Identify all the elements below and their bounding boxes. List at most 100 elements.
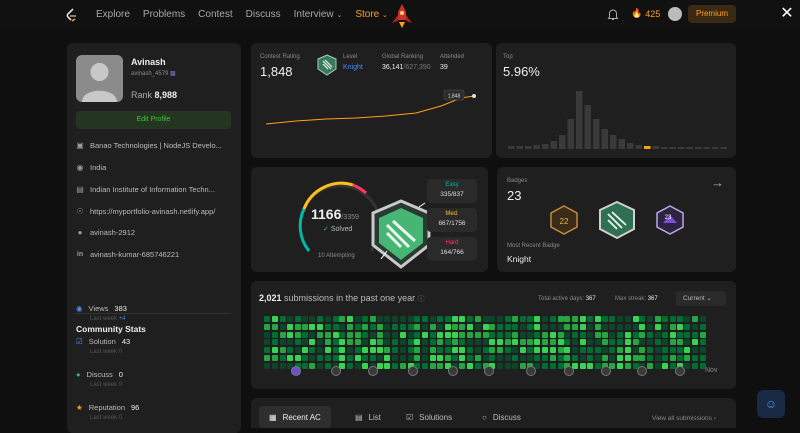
heatmap-cell[interactable]: [549, 362, 556, 369]
heatmap-cell[interactable]: [512, 339, 519, 346]
heatmap-cell[interactable]: [557, 316, 564, 322]
heatmap-cell[interactable]: [512, 355, 519, 361]
heatmap-cell[interactable]: [287, 339, 294, 346]
heatmap-cell[interactable]: [482, 331, 489, 338]
heatmap-cell[interactable]: [429, 355, 436, 361]
heatmap-cell[interactable]: [617, 331, 624, 338]
heatmap-cell[interactable]: [362, 355, 369, 361]
heatmap-cell[interactable]: [474, 347, 481, 354]
heatmap-cell[interactable]: [354, 331, 361, 338]
heatmap-cell[interactable]: [370, 347, 377, 354]
leetcode-logo-icon[interactable]: [64, 7, 80, 23]
heatmap-cell[interactable]: [332, 323, 339, 330]
heatmap-cell[interactable]: [646, 323, 653, 330]
tab-list[interactable]: ▤ List: [345, 406, 391, 428]
heatmap-cell[interactable]: [392, 362, 399, 369]
heatmap-cell[interactable]: [646, 355, 653, 361]
heatmap-cell[interactable]: [271, 355, 278, 361]
heatmap-cell[interactable]: [437, 355, 444, 361]
heatmap-cell[interactable]: [421, 331, 428, 338]
monthly-badge-icon[interactable]: [408, 366, 418, 376]
heatmap-cell[interactable]: [684, 323, 691, 330]
heatmap-cell[interactable]: [595, 355, 602, 361]
heatmap-cell[interactable]: [451, 355, 458, 361]
heatmap-cell[interactable]: [601, 355, 608, 361]
heatmap-cell[interactable]: [520, 355, 527, 361]
heatmap-cell[interactable]: [654, 355, 661, 361]
heatmap-cell[interactable]: [301, 331, 308, 338]
monthly-badge-icon[interactable]: [601, 366, 611, 376]
heatmap-cell[interactable]: [587, 355, 594, 361]
heatmap-cell[interactable]: [332, 355, 339, 361]
heatmap-cell[interactable]: [557, 347, 564, 354]
edit-profile-button[interactable]: Edit Profile: [76, 111, 231, 129]
heatmap-cell[interactable]: [482, 339, 489, 346]
heatmap-cell[interactable]: [392, 347, 399, 354]
heatmap-cell[interactable]: [646, 347, 653, 354]
heatmap-cell[interactable]: [271, 316, 278, 322]
heatmap-cell[interactable]: [639, 331, 645, 338]
heatmap-cell[interactable]: [445, 355, 452, 361]
heatmap-cell[interactable]: [520, 323, 527, 330]
close-icon[interactable]: ✕: [779, 6, 795, 22]
heatmap-cell[interactable]: [489, 316, 495, 322]
heatmap-cell[interactable]: [451, 339, 458, 346]
nav-problems[interactable]: Problems: [143, 9, 185, 20]
heatmap-cell[interactable]: [474, 362, 481, 369]
heatmap-cell[interactable]: [421, 316, 428, 322]
nav-interview[interactable]: Interview ⌄: [294, 9, 343, 20]
heatmap-cell[interactable]: [684, 316, 691, 322]
heatmap-cell[interactable]: [512, 316, 519, 322]
heatmap-cell[interactable]: [676, 355, 683, 361]
heatmap-cell[interactable]: [287, 331, 294, 338]
heatmap-cell[interactable]: [670, 331, 677, 338]
heatmap-cell[interactable]: [520, 316, 527, 322]
heatmap-cell[interactable]: [646, 362, 653, 369]
heatmap-cell[interactable]: [399, 362, 406, 369]
heatmap-cell[interactable]: [526, 316, 533, 322]
heatmap-cell[interactable]: [579, 316, 586, 322]
heatmap-cell[interactable]: [384, 316, 391, 322]
heatmap-cell[interactable]: [609, 347, 616, 354]
heatmap-cell[interactable]: [564, 355, 570, 361]
heatmap-cell[interactable]: [392, 331, 399, 338]
heatmap-cell[interactable]: [624, 316, 631, 322]
heatmap-cell[interactable]: [317, 323, 324, 330]
heatmap-cell[interactable]: [699, 339, 706, 346]
monthly-badge-icon[interactable]: [484, 366, 494, 376]
heatmap-cell[interactable]: [376, 316, 383, 322]
heatmap-cell[interactable]: [279, 316, 286, 322]
heatmap-cell[interactable]: [571, 316, 578, 322]
heatmap-cell[interactable]: [504, 316, 511, 322]
heatmap-cell[interactable]: [595, 339, 602, 346]
heatmap-cell[interactable]: [617, 339, 624, 346]
heatmap-cell[interactable]: [459, 355, 466, 361]
heatmap-cell[interactable]: [542, 323, 549, 330]
heatmap-cell[interactable]: [399, 331, 406, 338]
heatmap-cell[interactable]: [571, 323, 578, 330]
heatmap-cell[interactable]: [279, 362, 286, 369]
heatmap-cell[interactable]: [295, 347, 302, 354]
heatmap-cell[interactable]: [617, 323, 624, 330]
heatmap-cell[interactable]: [520, 347, 527, 354]
heatmap-cell[interactable]: [542, 362, 549, 369]
heatmap-cell[interactable]: [670, 355, 677, 361]
heatmap-cell[interactable]: [324, 347, 331, 354]
heatmap-cell[interactable]: [370, 355, 377, 361]
heatmap-cell[interactable]: [384, 323, 391, 330]
heatmap-cell[interactable]: [496, 316, 503, 322]
monthly-badge-icon[interactable]: [675, 366, 685, 376]
rocket-mascot-icon[interactable]: [389, 3, 415, 29]
arrow-right-icon[interactable]: →: [711, 175, 724, 190]
heatmap-cell[interactable]: [692, 316, 699, 322]
heatmap-cell[interactable]: [339, 323, 345, 330]
heatmap-cell[interactable]: [699, 347, 706, 354]
heatmap-cell[interactable]: [534, 331, 541, 338]
heatmap-cell[interactable]: [692, 355, 699, 361]
heatmap-cell[interactable]: [399, 323, 406, 330]
heatmap-cell[interactable]: [399, 316, 406, 322]
heatmap-cell[interactable]: [429, 323, 436, 330]
badge-annual-2023-icon[interactable]: 23: [655, 205, 685, 235]
heatmap-cell[interactable]: [295, 316, 302, 322]
heatmap-cell[interactable]: [295, 339, 302, 346]
